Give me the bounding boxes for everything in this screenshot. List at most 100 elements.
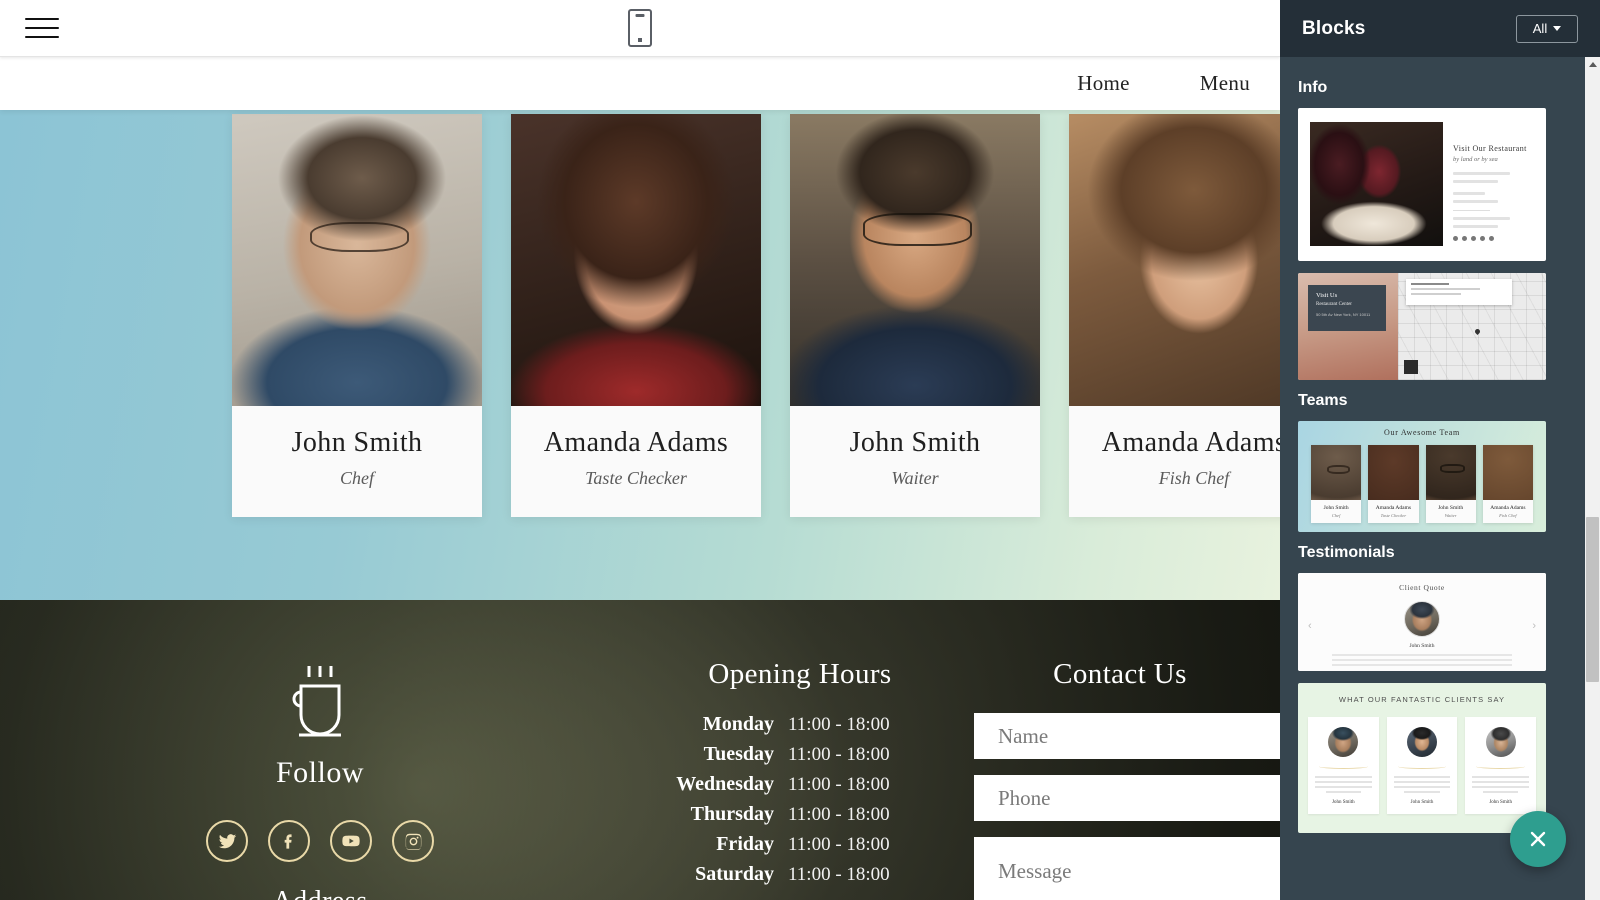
thumb-client-card: John Smith (1386, 717, 1458, 814)
time-value: 11:00 - 18:00 (788, 744, 890, 765)
panel-title: Blocks (1302, 17, 1366, 39)
thumb-avatar (1328, 727, 1359, 757)
blocks-panel: Blocks All Info Visit Our Restaurant by … (1280, 0, 1600, 900)
block-thumbnail-testimonial-clients[interactable]: WHAT OUR FANTASTIC CLIENTS SAY John Smit… (1298, 683, 1546, 833)
phone-input[interactable]: Phone (974, 775, 1280, 821)
team-member-card[interactable]: John Smith Chef (232, 114, 482, 517)
category-filter-dropdown[interactable]: All (1516, 14, 1578, 43)
thumb-team-card: John Smith Chef (1311, 445, 1362, 523)
thumb-member-role: Taste Checker (1380, 513, 1407, 518)
group-title-info: Info (1298, 79, 1328, 96)
panel-scrollbar[interactable] (1585, 57, 1600, 900)
divider-squiggle (1397, 764, 1447, 769)
block-thumbnail-testimonial-carousel[interactable]: Client Quote John Smith ‹ › (1298, 573, 1546, 671)
contact-form: Name Phone Message (960, 713, 1280, 900)
thumb-author: John Smith (1489, 800, 1512, 805)
blocks-scroll-area[interactable]: Info Visit Our Restaurant by land or by … (1280, 57, 1600, 900)
thumb-avatar (1404, 601, 1440, 637)
thumb-avatar (1485, 727, 1516, 757)
thumb-member-role: Waiter (1444, 513, 1457, 518)
member-photo (511, 114, 761, 406)
twitter-icon[interactable] (206, 820, 248, 862)
thumb-member-name: Amanda Adams (1490, 505, 1526, 511)
member-role: Taste Checker (585, 467, 687, 488)
time-value: 11:00 - 18:00 (788, 804, 890, 825)
chevron-right-icon[interactable]: › (1532, 620, 1536, 632)
day-label: Thursday (690, 803, 774, 825)
member-name: John Smith (291, 427, 423, 458)
member-name: John Smith (849, 427, 981, 458)
name-input[interactable]: Name (974, 713, 1280, 759)
contact-us-heading: Contact Us (1053, 658, 1187, 690)
opening-hours-list: Monday 11:00 - 18:00 Tuesday 11:00 - 18:… (640, 713, 960, 886)
map-pin-icon (1473, 327, 1481, 335)
opening-hours-row: Tuesday 11:00 - 18:00 (640, 743, 960, 766)
block-thumbnail-team-awesome[interactable]: Our Awesome Team John Smith Chef Amanda … (1298, 421, 1546, 532)
thumb-member-name: Amanda Adams (1375, 505, 1412, 511)
time-value: 11:00 - 18:00 (788, 774, 890, 795)
day-label: Friday (716, 833, 774, 855)
day-label: Saturday (695, 863, 774, 885)
close-icon[interactable] (1510, 811, 1566, 867)
thumb-client-card: John Smith (1308, 717, 1379, 814)
address-heading: Address (0, 886, 640, 900)
footer-follow-column: Follow Address (0, 600, 640, 900)
nav-link-menu[interactable]: Menu (1200, 71, 1250, 96)
scrollbar-thumb[interactable] (1586, 517, 1599, 682)
thumb-avatar (1407, 727, 1437, 757)
thumb-author: John Smith (1332, 800, 1355, 805)
divider-squiggle (1476, 764, 1526, 769)
member-role: Waiter (891, 467, 939, 488)
chevron-left-icon[interactable]: ‹ (1308, 620, 1312, 632)
time-value: 11:00 - 18:00 (788, 864, 890, 885)
opening-hours-row: Thursday 11:00 - 18:00 (640, 803, 960, 826)
editor-canvas: Home Menu John Smith Chef Amanda Adams T… (0, 0, 1280, 900)
thumb-title: WHAT OUR FANTASTIC CLIENTS SAY (1338, 695, 1506, 704)
nav-link-home[interactable]: Home (1077, 71, 1130, 96)
member-name: Amanda Adams (543, 427, 729, 458)
day-label: Wednesday (676, 773, 774, 795)
team-member-card[interactable]: John Smith Waiter (790, 114, 1040, 517)
chevron-down-icon (1553, 26, 1562, 31)
member-photo (232, 114, 482, 406)
member-role: Fish Chef (1158, 467, 1230, 488)
time-value: 11:00 - 18:00 (788, 834, 890, 855)
team-member-card[interactable]: Amanda Adams Fish Chef (1069, 114, 1280, 517)
site-nav: Home Menu (0, 57, 1280, 110)
caret-up-icon[interactable] (1585, 57, 1600, 72)
footer-contact-column: Contact Us Name Phone Message (960, 600, 1280, 900)
day-label: Tuesday (703, 743, 774, 765)
thumb-team-card: Amanda Adams Fish Chef (1482, 445, 1533, 523)
thumb-team-card: Amanda Adams Taste Checker (1368, 445, 1419, 523)
opening-hours-row: Monday 11:00 - 18:00 (640, 713, 960, 736)
mobile-phone-icon[interactable] (628, 9, 652, 47)
site-footer: Follow Address (0, 600, 1280, 900)
hamburger-icon[interactable] (25, 12, 59, 44)
thumb-author: John Smith (1410, 800, 1434, 805)
thumb-title: Client Quote (1399, 583, 1445, 592)
thumb-subtitle: Restaurant Center (1316, 302, 1352, 307)
filter-label: All (1532, 21, 1548, 36)
divider-squiggle (1319, 764, 1368, 769)
day-label: Monday (702, 713, 774, 735)
block-thumbnail-info-restaurant[interactable]: Visit Our Restaurant by land or by sea (1298, 108, 1546, 261)
team-member-card[interactable]: Amanda Adams Taste Checker (511, 114, 761, 517)
blocks-panel-header: Blocks All (1280, 0, 1600, 57)
block-thumbnail-info-map[interactable]: Visit Us Restaurant Center 50 5th Av New… (1298, 273, 1546, 380)
thumb-address: 50 5th Av New York, NY 10011 (1316, 312, 1371, 317)
group-title-teams: Teams (1298, 392, 1348, 409)
thumb-title: Our Awesome Team (1384, 428, 1460, 437)
thumb-member-role: Fish Chef (1499, 513, 1517, 518)
member-name: Amanda Adams (1101, 427, 1280, 458)
youtube-icon[interactable] (330, 820, 372, 862)
coffee-cup-icon (277, 662, 363, 740)
follow-heading: Follow (275, 756, 365, 789)
thumb-member-role: Chef (1331, 513, 1341, 518)
member-role: Chef (340, 467, 374, 488)
facebook-icon[interactable] (268, 820, 310, 862)
opening-hours-heading: Opening Hours (708, 658, 892, 690)
thumb-subtitle: by land or by sea (1453, 156, 1498, 163)
instagram-icon[interactable] (392, 820, 434, 862)
thumb-member-name: John Smith (1323, 505, 1349, 511)
message-input[interactable]: Message (974, 837, 1280, 900)
